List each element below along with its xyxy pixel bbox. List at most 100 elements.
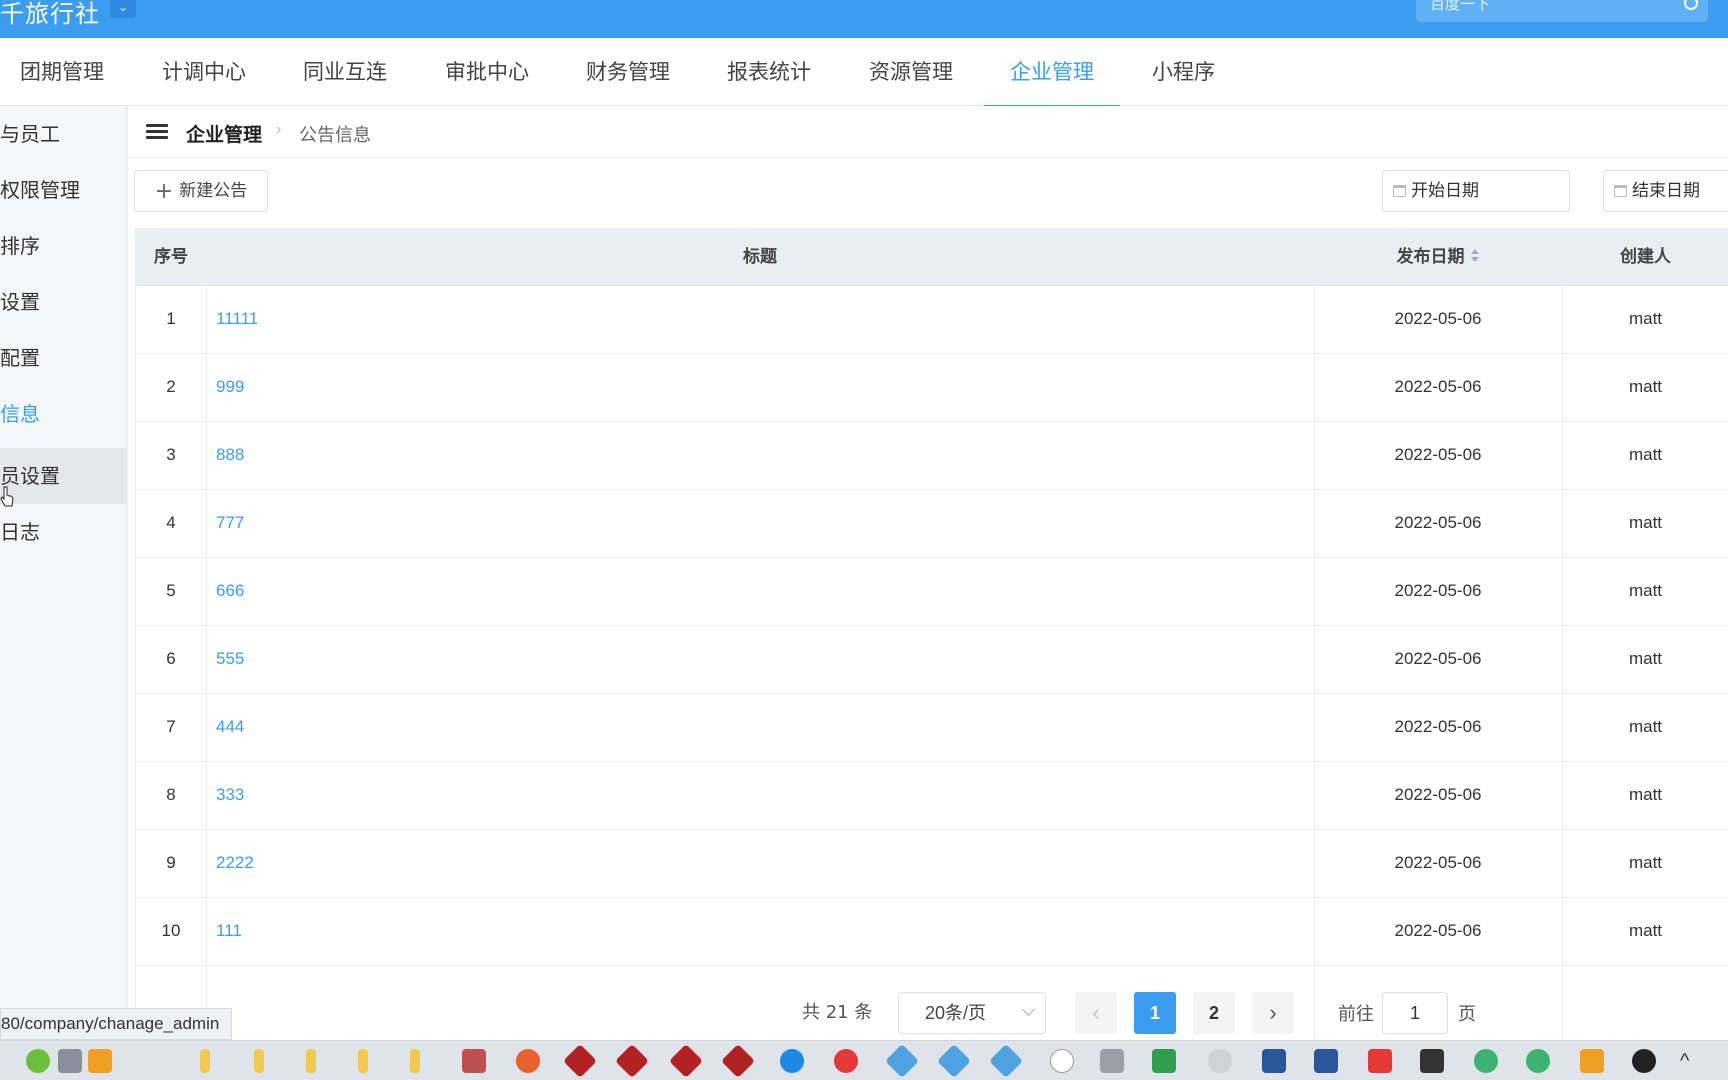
chevron-right-icon: › [276, 121, 282, 138]
chevron-up-icon[interactable]: ^ [1680, 1049, 1704, 1073]
sidebar-item-member-settings[interactable]: 员设置 [0, 448, 127, 504]
breadcrumb-parent[interactable]: 企业管理 [186, 120, 262, 147]
sidebar-item-logs[interactable]: 日志 [0, 504, 127, 560]
folder-icon[interactable] [410, 1049, 420, 1073]
capcut-icon[interactable] [1632, 1049, 1656, 1073]
search-input[interactable]: 百度一下 [1416, 0, 1708, 22]
tab-peer-connect[interactable]: 同业互连 [303, 38, 387, 106]
row-publish-date: 2022-05-06 [1394, 445, 1482, 464]
row-title-link[interactable]: 2222 [216, 830, 254, 898]
next-page-button[interactable]: › [1252, 992, 1294, 1034]
table-row[interactable]: 7 444 2022-05-06 matt [136, 694, 1728, 762]
vscode-icon[interactable] [937, 1044, 971, 1078]
table-row[interactable]: 6 555 2022-05-06 matt [136, 626, 1728, 694]
git-icon[interactable] [669, 1044, 703, 1078]
table-row[interactable]: 1 11111 2022-05-06 matt [136, 286, 1728, 354]
os-taskbar: ^ [0, 1040, 1728, 1080]
tab-mini-program[interactable]: 小程序 [1152, 38, 1215, 106]
row-creator: matt [1628, 649, 1663, 668]
table-row[interactable]: 5 666 2022-05-06 matt [136, 558, 1728, 626]
app-icon[interactable] [1100, 1049, 1124, 1073]
calendar-icon [1614, 185, 1627, 197]
sidebar-item-announcements[interactable]: 信息 [0, 386, 127, 442]
new-announcement-button[interactable]: + 新建公告 [134, 170, 268, 212]
page-button-1[interactable]: 1 [1134, 992, 1176, 1034]
table-row[interactable]: 2 999 2022-05-06 matt [136, 354, 1728, 422]
row-title-link[interactable]: 777 [216, 490, 244, 558]
sublime-icon[interactable] [88, 1049, 112, 1073]
table-row[interactable]: 9 2222 2022-05-06 matt [136, 830, 1728, 898]
row-publish-date: 2022-05-06 [1394, 513, 1482, 532]
row-title-link[interactable]: 999 [216, 354, 244, 422]
pagination-total: 共 21 条 [802, 1002, 873, 1023]
row-title-link[interactable]: 666 [216, 558, 244, 626]
wechat-icon[interactable] [1526, 1049, 1550, 1073]
folder-icon[interactable] [254, 1049, 264, 1073]
git-icon[interactable] [516, 1049, 540, 1073]
row-title-link[interactable]: 444 [216, 694, 244, 762]
git-icon[interactable] [462, 1049, 486, 1073]
tab-operation-center[interactable]: 计调中心 [162, 38, 246, 106]
sublime-icon[interactable] [1580, 1049, 1604, 1073]
row-title-link[interactable]: 555 [216, 626, 244, 694]
app-title[interactable]: 千旅行社 [0, 0, 100, 29]
start-date-input[interactable]: 开始日期 [1382, 170, 1570, 212]
table-row[interactable]: 10 111 2022-05-06 matt [136, 898, 1728, 966]
row-creator: matt [1628, 309, 1663, 328]
row-title-link[interactable]: 333 [216, 762, 244, 830]
column-header-publish-date[interactable]: 发布日期 [1314, 228, 1562, 286]
row-publish-date: 2022-05-06 [1394, 853, 1482, 872]
chrome-icon[interactable] [834, 1049, 858, 1073]
publish-date-label: 发布日期 [1396, 247, 1465, 267]
folder-icon[interactable] [306, 1049, 316, 1073]
page-size-select[interactable]: 20条/页 [898, 992, 1046, 1034]
vscode-icon[interactable] [885, 1044, 919, 1078]
prev-page-button[interactable]: ‹ [1075, 992, 1117, 1034]
sidebar-item-sorting[interactable]: 排序 [0, 218, 127, 274]
goto-page-input[interactable]: 1 [1382, 992, 1448, 1034]
file-explorer-icon[interactable] [26, 1049, 50, 1073]
hbuilder-icon[interactable] [1152, 1049, 1176, 1073]
sidebar-item-config[interactable]: 配置 [0, 330, 127, 386]
terminal-icon[interactable] [1420, 1049, 1444, 1073]
table-row[interactable]: 4 777 2022-05-06 matt [136, 490, 1728, 558]
chat-icon[interactable] [1208, 1049, 1232, 1073]
tab-reports[interactable]: 报表统计 [727, 38, 811, 106]
row-creator: matt [1628, 445, 1663, 464]
wechat-icon[interactable] [1474, 1049, 1498, 1073]
page-button-2[interactable]: 2 [1193, 992, 1235, 1034]
row-title-link[interactable]: 888 [216, 422, 244, 490]
edge-icon[interactable] [780, 1049, 804, 1073]
qq-icon[interactable] [1050, 1049, 1074, 1073]
table-row[interactable]: 8 333 2022-05-06 matt [136, 762, 1728, 830]
tab-resources[interactable]: 资源管理 [869, 38, 953, 106]
tab-approval-center[interactable]: 审批中心 [445, 38, 529, 106]
search-icon[interactable] [1684, 0, 1698, 10]
row-title-link[interactable]: 111 [216, 898, 242, 966]
folder-icon[interactable] [358, 1049, 368, 1073]
xmind-icon[interactable] [1368, 1049, 1392, 1073]
end-date-input[interactable]: 结束日期 [1603, 170, 1728, 212]
tab-finance[interactable]: 财务管理 [586, 38, 670, 106]
sidebar-item-settings[interactable]: 设置 [0, 274, 127, 330]
browser-icon[interactable] [58, 1049, 82, 1073]
git-icon[interactable] [615, 1044, 649, 1078]
sidebar-item-permissions[interactable]: 权限管理 [0, 162, 127, 218]
row-index: 7 [166, 717, 176, 736]
folder-icon[interactable] [200, 1049, 210, 1073]
word-icon[interactable] [1262, 1049, 1286, 1073]
word-icon[interactable] [1314, 1049, 1338, 1073]
menu-toggle-icon[interactable] [146, 124, 168, 140]
table-row[interactable]: 3 888 2022-05-06 matt [136, 422, 1728, 490]
vscode-icon[interactable] [989, 1044, 1023, 1078]
tab-group-schedule[interactable]: 团期管理 [20, 38, 104, 106]
tab-enterprise[interactable]: 企业管理 [984, 38, 1120, 107]
org-switch-dropdown[interactable]: ⌄ [110, 0, 136, 18]
git-icon[interactable] [563, 1044, 597, 1078]
breadcrumb: 企业管理 › 公告信息 [128, 106, 1728, 158]
git-icon[interactable] [721, 1044, 755, 1078]
sidebar-item-staff[interactable]: 与员工 [0, 106, 127, 162]
sort-icon[interactable] [1470, 248, 1480, 264]
goto-label: 前往 [1338, 1004, 1374, 1025]
row-title-link[interactable]: 11111 [216, 286, 258, 354]
